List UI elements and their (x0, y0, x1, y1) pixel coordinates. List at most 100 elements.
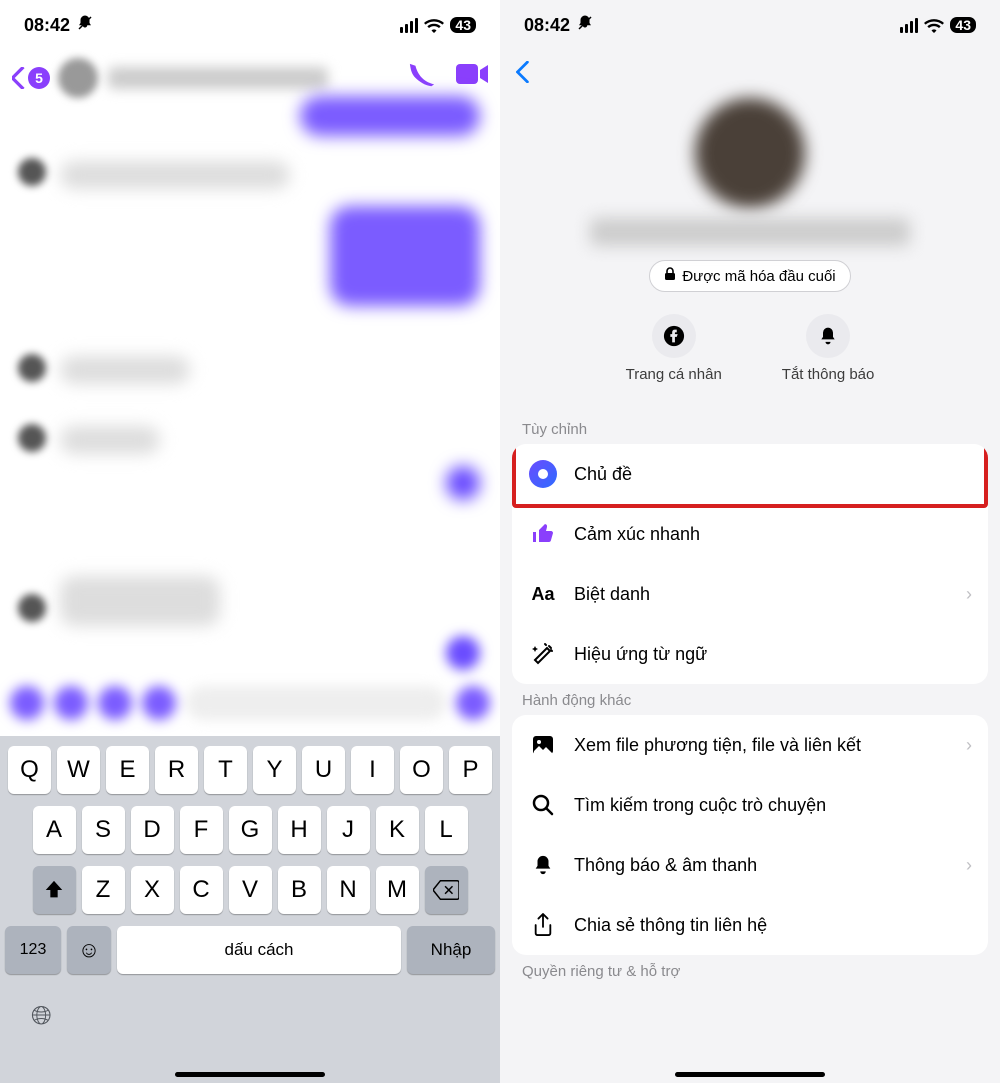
thumbs-up-icon (528, 522, 558, 546)
chat-input-row (10, 686, 490, 726)
share-icon (528, 912, 558, 938)
key-p[interactable]: P (449, 746, 492, 794)
lock-icon (664, 267, 676, 285)
sender-avatar (18, 354, 46, 382)
space-key[interactable]: dấu cách (117, 926, 401, 974)
key-n[interactable]: N (327, 866, 370, 914)
sent-reaction (446, 636, 480, 670)
gallery-button[interactable] (98, 686, 132, 720)
status-bar: 08:42 43 (0, 0, 500, 50)
word-effects-row[interactable]: Hiệu ứng từ ngữ (512, 624, 988, 684)
media-label: Xem file phương tiện, file và liên kết (574, 735, 950, 756)
key-l[interactable]: L (425, 806, 468, 854)
profile-action-label: Trang cá nhân (626, 366, 722, 383)
key-t[interactable]: T (204, 746, 247, 794)
key-e[interactable]: E (106, 746, 149, 794)
globe-key[interactable]: 🌐︎ (31, 1000, 52, 1032)
key-x[interactable]: X (131, 866, 174, 914)
section-title-more: Hành động khác (500, 684, 1000, 715)
sent-message (330, 206, 480, 306)
search-row[interactable]: Tìm kiếm trong cuộc trò chuyện (512, 775, 988, 835)
bell-icon (528, 853, 558, 877)
contact-avatar (58, 58, 98, 98)
key-s[interactable]: S (82, 806, 125, 854)
sent-reaction (446, 466, 480, 500)
encryption-badge[interactable]: Được mã hóa đầu cuối (649, 260, 850, 292)
key-i[interactable]: I (351, 746, 394, 794)
chat-settings-screen: 08:42 43 Được mã hóa đầu cuối Tra (500, 0, 1000, 1083)
wifi-icon (924, 18, 944, 33)
key-v[interactable]: V (229, 866, 272, 914)
notifications-label: Thông báo & âm thanh (574, 855, 950, 876)
profile-avatar[interactable] (695, 98, 805, 208)
key-a[interactable]: A (33, 806, 76, 854)
add-attachment-button[interactable] (10, 686, 44, 720)
chat-screen: 08:42 43 5 (0, 0, 500, 1083)
key-u[interactable]: U (302, 746, 345, 794)
silent-icon (576, 14, 594, 37)
media-row[interactable]: Xem file phương tiện, file và liên kết › (512, 715, 988, 775)
sent-message (300, 96, 480, 136)
battery-icon: 43 (950, 17, 976, 33)
notifications-row[interactable]: Thông báo & âm thanh › (512, 835, 988, 895)
back-button[interactable] (516, 59, 530, 90)
emoji-key[interactable]: ☺ (67, 926, 111, 974)
enter-key[interactable]: Nhập (407, 926, 495, 974)
profile-action[interactable]: Trang cá nhân (626, 314, 722, 383)
chevron-right-icon: › (966, 855, 972, 876)
like-button[interactable] (456, 686, 490, 720)
backspace-key[interactable] (425, 866, 468, 914)
theme-row[interactable]: Chủ đề (512, 444, 988, 504)
key-f[interactable]: F (180, 806, 223, 854)
status-time: 08:42 (524, 15, 570, 36)
numeric-key[interactable]: 123 (5, 926, 61, 974)
received-message (60, 576, 220, 626)
key-r[interactable]: R (155, 746, 198, 794)
profile-header: Được mã hóa đầu cuối Trang cá nhân Tắt t… (500, 98, 1000, 413)
key-b[interactable]: B (278, 866, 321, 914)
battery-icon: 43 (450, 17, 476, 33)
contact-name (108, 67, 328, 89)
chat-body[interactable] (0, 106, 500, 736)
status-bar: 08:42 43 (500, 0, 1000, 50)
more-actions-list: Xem file phương tiện, file và liên kết ›… (512, 715, 988, 955)
key-w[interactable]: W (57, 746, 100, 794)
nickname-label: Biệt danh (574, 584, 950, 605)
key-g[interactable]: G (229, 806, 272, 854)
unread-badge: 5 (28, 67, 50, 89)
camera-button[interactable] (54, 686, 88, 720)
search-label: Tìm kiếm trong cuộc trò chuyện (574, 795, 972, 816)
chevron-right-icon: › (966, 735, 972, 756)
sender-avatar (18, 594, 46, 622)
back-button[interactable]: 5 (12, 67, 50, 89)
wifi-icon (424, 18, 444, 33)
audio-call-button[interactable] (408, 62, 436, 95)
key-c[interactable]: C (180, 866, 223, 914)
key-y[interactable]: Y (253, 746, 296, 794)
mute-action[interactable]: Tắt thông báo (782, 314, 875, 383)
home-indicator (675, 1072, 825, 1077)
quick-reaction-row[interactable]: Cảm xúc nhanh (512, 504, 988, 564)
contact-title[interactable] (58, 58, 400, 98)
sender-avatar (18, 424, 46, 452)
key-j[interactable]: J (327, 806, 370, 854)
cellular-icon (900, 18, 918, 33)
shift-key[interactable] (33, 866, 76, 914)
video-call-button[interactable] (456, 62, 488, 95)
key-o[interactable]: O (400, 746, 443, 794)
share-contact-row[interactable]: Chia sẻ thông tin liên hệ (512, 895, 988, 955)
encryption-label: Được mã hóa đầu cuối (682, 268, 835, 285)
key-m[interactable]: M (376, 866, 419, 914)
key-q[interactable]: Q (8, 746, 51, 794)
nickname-row[interactable]: Aa Biệt danh › (512, 564, 988, 624)
key-k[interactable]: K (376, 806, 419, 854)
key-d[interactable]: D (131, 806, 174, 854)
mute-action-label: Tắt thông báo (782, 366, 875, 383)
received-message (60, 161, 290, 189)
mic-button[interactable] (142, 686, 176, 720)
key-h[interactable]: H (278, 806, 321, 854)
message-input[interactable] (186, 686, 446, 720)
share-contact-label: Chia sẻ thông tin liên hệ (574, 915, 972, 936)
image-icon (528, 733, 558, 757)
key-z[interactable]: Z (82, 866, 125, 914)
